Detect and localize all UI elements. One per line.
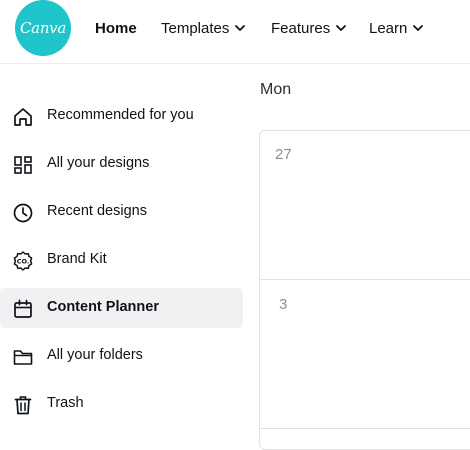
top-navigation-bar: Canva Home Templates Features Learn [0,0,470,64]
sidebar-item-label: Recommended for you [47,107,194,123]
nav-features[interactable]: Features [271,18,347,38]
nav-learn-label: Learn [369,19,408,37]
home-icon [12,106,34,128]
nav-templates-label: Templates [161,19,230,37]
calendar-date-cell[interactable]: 27 [275,146,292,163]
nav-learn[interactable]: Learn [369,18,424,38]
chevron-down-icon [412,22,424,34]
sidebar-item-label: Content Planner [47,299,159,315]
nav-templates[interactable]: Templates [161,18,246,38]
calendar-date-cell[interactable]: 3 [279,296,287,313]
trash-icon [12,394,34,416]
sidebar-item-label: All your designs [47,155,150,171]
nav-home[interactable]: Home [95,18,137,38]
chevron-down-icon [335,22,347,34]
sidebar-item-recent-designs[interactable]: Recent designs [0,192,243,232]
clock-icon [12,202,34,224]
logo-text: Canva [20,19,66,37]
sidebar-item-recommended[interactable]: Recommended for you [0,96,243,136]
grid-icon [12,154,34,176]
calendar-column [259,130,470,450]
sidebar-item-label: Recent designs [47,203,147,219]
calendar-row-divider [260,428,470,429]
folder-icon [12,346,34,368]
chevron-down-icon [234,22,246,34]
sidebar-item-label: Trash [47,395,84,411]
sidebar-item-all-folders[interactable]: All your folders [0,336,243,376]
nav-features-label: Features [271,19,331,37]
sidebar-item-all-designs[interactable]: All your designs [0,144,243,184]
brand-kit-icon: CO. [12,250,34,272]
sidebar-item-brand-kit[interactable]: CO. Brand Kit [0,240,243,280]
calendar-row-divider [260,279,470,280]
sidebar-item-trash[interactable]: Trash [0,384,243,424]
nav-home-label: Home [95,19,137,37]
sidebar-item-label: All your folders [47,347,143,363]
canva-logo[interactable]: Canva [15,0,71,56]
weekday-header: Mon [260,81,292,98]
svg-text:CO.: CO. [17,258,30,266]
sidebar-item-label: Brand Kit [47,251,107,267]
sidebar-item-content-planner[interactable]: Content Planner [0,288,243,328]
calendar-icon [12,298,34,320]
